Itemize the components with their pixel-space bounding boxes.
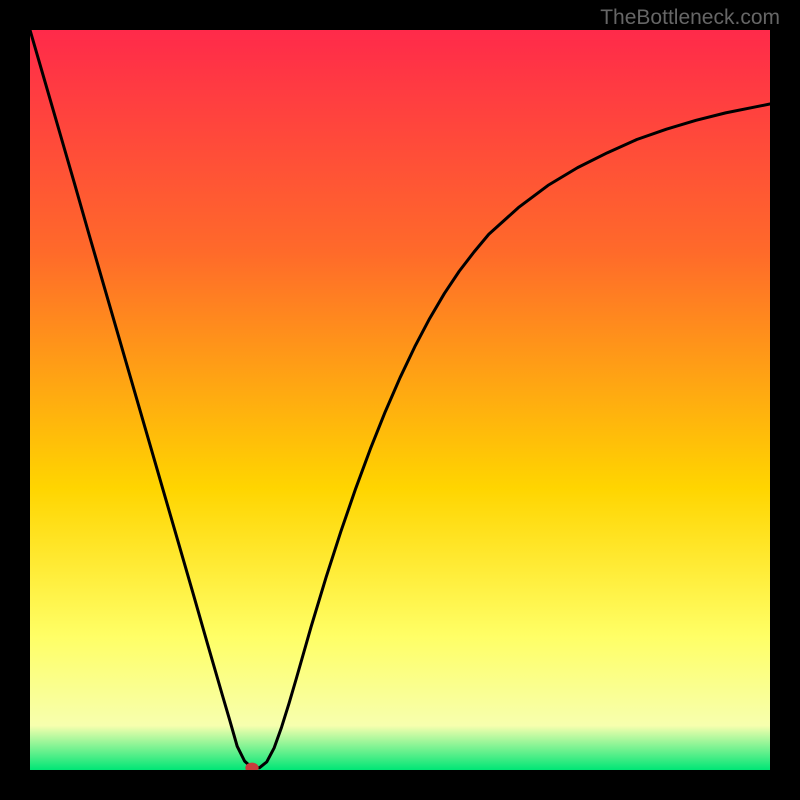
bottleneck-chart — [30, 30, 770, 770]
gradient-background — [30, 30, 770, 770]
plot-area — [30, 30, 770, 770]
watermark-text: TheBottleneck.com — [600, 6, 780, 30]
chart-container: TheBottleneck.com — [0, 0, 800, 800]
